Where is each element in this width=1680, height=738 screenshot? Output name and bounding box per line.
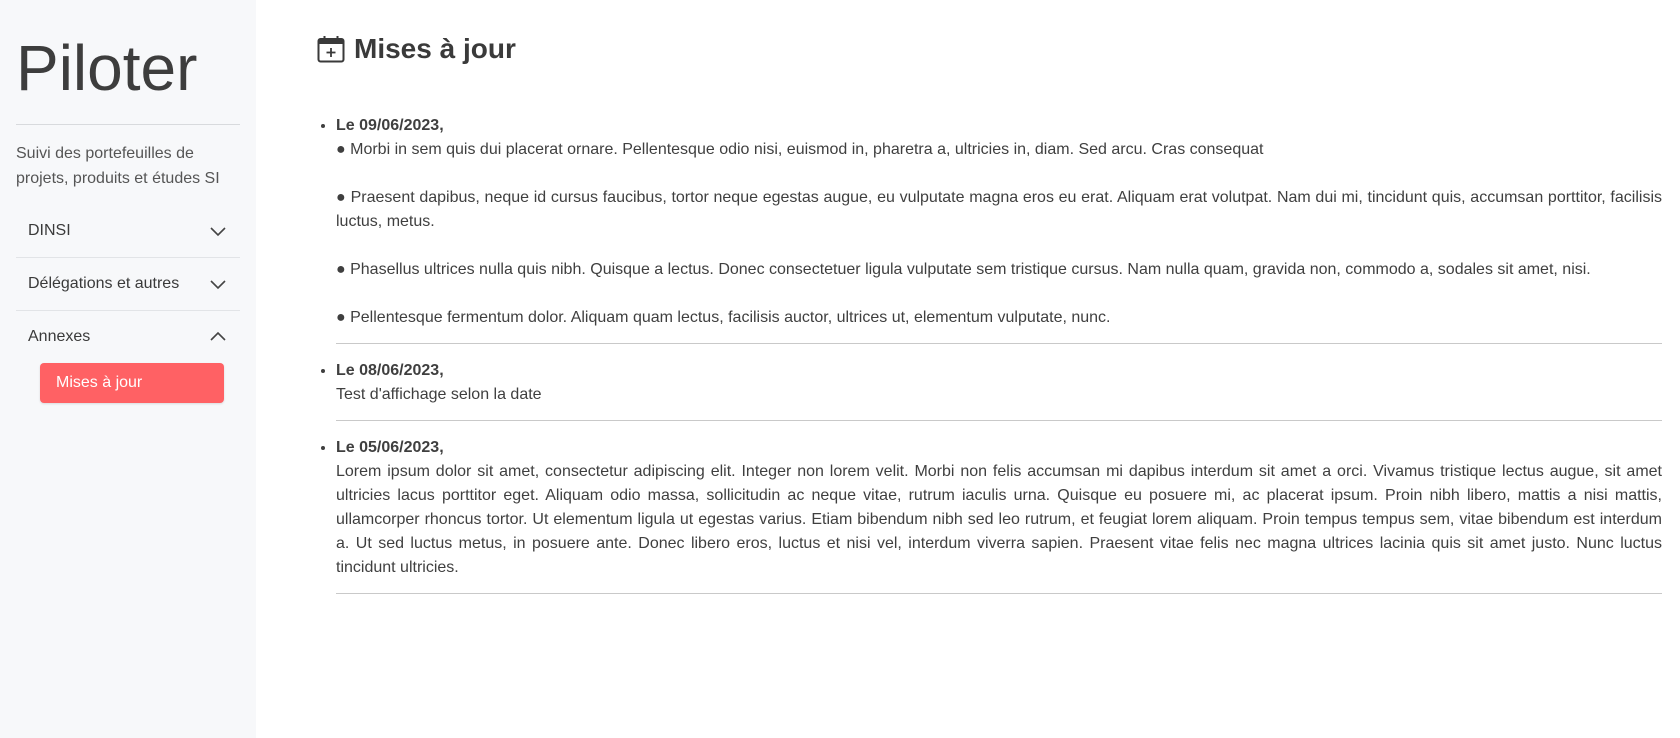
- app-layout: Piloter Suivi des portefeuilles de proje…: [0, 0, 1680, 738]
- nav-group-dinsi: DINSI: [16, 205, 240, 258]
- update-date: Le 08/06/2023,: [336, 362, 444, 379]
- update-date: Le 05/06/2023,: [336, 439, 444, 456]
- page-title: Mises à jour: [316, 32, 1680, 66]
- chevron-down-icon: [210, 227, 226, 237]
- sidebar-nav: DINSI Délégations et autres Annexes Mise…: [16, 205, 240, 413]
- nav-toggle-dinsi[interactable]: DINSI: [16, 205, 240, 257]
- updates-list: Le 09/06/2023, ● Morbi in sem quis dui p…: [316, 114, 1662, 594]
- chevron-up-icon: [210, 331, 226, 341]
- sidebar-item-mises-a-jour[interactable]: Mises à jour: [40, 363, 224, 403]
- nav-toggle-delegations[interactable]: Délégations et autres: [16, 258, 240, 310]
- nav-group-label: DINSI: [28, 222, 71, 239]
- update-text: ● Pellentesque fermentum dolor. Aliquam …: [336, 309, 1111, 326]
- main-content: Mises à jour Le 09/06/2023, ● Morbi in s…: [256, 0, 1680, 738]
- update-text: ● Morbi in sem quis dui placerat ornare.…: [336, 141, 1264, 158]
- update-text: ● Phasellus ultrices nulla quis nibh. Qu…: [336, 261, 1591, 278]
- page-title-text: Mises à jour: [354, 33, 516, 64]
- nav-group-label: Annexes: [28, 328, 91, 345]
- calendar-plus-icon: [317, 36, 345, 63]
- update-text: ● Praesent dapibus, neque id cursus fauc…: [336, 189, 1662, 230]
- sidebar: Piloter Suivi des portefeuilles de proje…: [0, 0, 256, 738]
- nav-group-label: Délégations et autres: [28, 275, 180, 292]
- nav-submenu-annexes: Mises à jour: [16, 363, 240, 413]
- update-entry: Le 09/06/2023, ● Morbi in sem quis dui p…: [336, 114, 1662, 344]
- update-text: Test d'affichage selon la date: [336, 386, 542, 403]
- nav-toggle-annexes[interactable]: Annexes: [16, 311, 240, 363]
- update-date: Le 09/06/2023,: [336, 117, 444, 134]
- update-entry: Le 05/06/2023, Lorem ipsum dolor sit ame…: [336, 436, 1662, 594]
- app-subtitle: Suivi des portefeuilles de projets, prod…: [16, 145, 220, 187]
- app-brand: Piloter: [16, 0, 240, 125]
- chevron-down-icon: [210, 280, 226, 290]
- update-text: Lorem ipsum dolor sit amet, consectetur …: [336, 463, 1662, 576]
- update-entry: Le 08/06/2023, Test d'affichage selon la…: [336, 359, 1662, 421]
- nav-group-delegations: Délégations et autres: [16, 258, 240, 311]
- nav-group-annexes: Annexes Mises à jour: [16, 311, 240, 413]
